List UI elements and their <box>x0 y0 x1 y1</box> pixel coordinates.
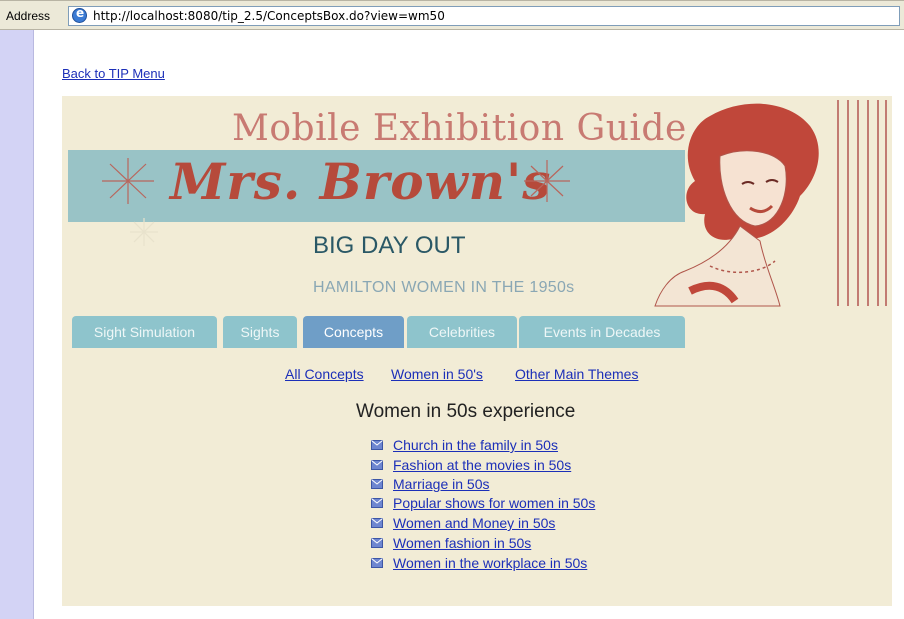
envelope-bullet-icon <box>371 558 383 568</box>
tab-concepts[interactable]: Concepts <box>303 316 404 348</box>
envelope-bullet-icon <box>371 518 383 528</box>
envelope-bullet-icon <box>371 479 383 489</box>
concept-link-popular-shows[interactable]: Popular shows for women in 50s <box>393 495 595 511</box>
hamilton-tagline: HAMILTON WOMEN IN THE 1950s <box>313 279 575 296</box>
envelope-bullet-icon <box>371 440 383 450</box>
starburst-right-icon <box>524 160 570 202</box>
concept-link-fashion-movies[interactable]: Fashion at the movies in 50s <box>393 457 571 473</box>
concept-link-workplace[interactable]: Women in the workplace in 50s <box>393 555 587 571</box>
tab-events-in-decades[interactable]: Events in Decades <box>519 316 685 348</box>
concept-link-women-fashion[interactable]: Women fashion in 50s <box>393 535 531 551</box>
other-main-themes-link[interactable]: Other Main Themes <box>515 366 638 382</box>
address-label: Address <box>6 9 51 23</box>
tab-sight-simulation[interactable]: Sight Simulation <box>72 316 217 348</box>
mobile-exhibition-guide-title: Mobile Exhibition Guide <box>232 108 687 149</box>
retro-woman-illustration <box>654 103 819 307</box>
left-frame-strip <box>0 30 34 619</box>
starburst-faint-icon <box>130 218 158 246</box>
all-concepts-link[interactable]: All Concepts <box>285 366 364 382</box>
envelope-bullet-icon <box>371 460 383 470</box>
address-input[interactable]: http://localhost:8080/tip_2.5/ConceptsBo… <box>68 6 900 26</box>
starburst-left-icon <box>102 158 154 204</box>
women-in-50s-link[interactable]: Women in 50's <box>391 366 483 382</box>
envelope-bullet-icon <box>371 498 383 508</box>
big-day-out-subtitle: BIG DAY OUT <box>313 232 466 259</box>
envelope-bullet-icon <box>371 538 383 548</box>
back-to-tip-menu-link[interactable]: Back to TIP Menu <box>62 66 165 81</box>
ie-page-icon <box>72 6 87 23</box>
mrs-browns-title: Mrs. Brown's <box>170 152 552 211</box>
tab-celebrities[interactable]: Celebrities <box>407 316 517 348</box>
address-url[interactable]: http://localhost:8080/tip_2.5/ConceptsBo… <box>93 9 445 23</box>
section-heading: Women in 50s experience <box>356 401 576 422</box>
address-bar: Address http://localhost:8080/tip_2.5/Co… <box>0 0 904 30</box>
tab-sights[interactable]: Sights <box>223 316 297 348</box>
concept-link-marriage[interactable]: Marriage in 50s <box>393 476 490 492</box>
concept-link-women-money[interactable]: Women and Money in 50s <box>393 515 555 531</box>
concept-link-church[interactable]: Church in the family in 50s <box>393 437 558 453</box>
decorative-stripes <box>833 100 889 306</box>
